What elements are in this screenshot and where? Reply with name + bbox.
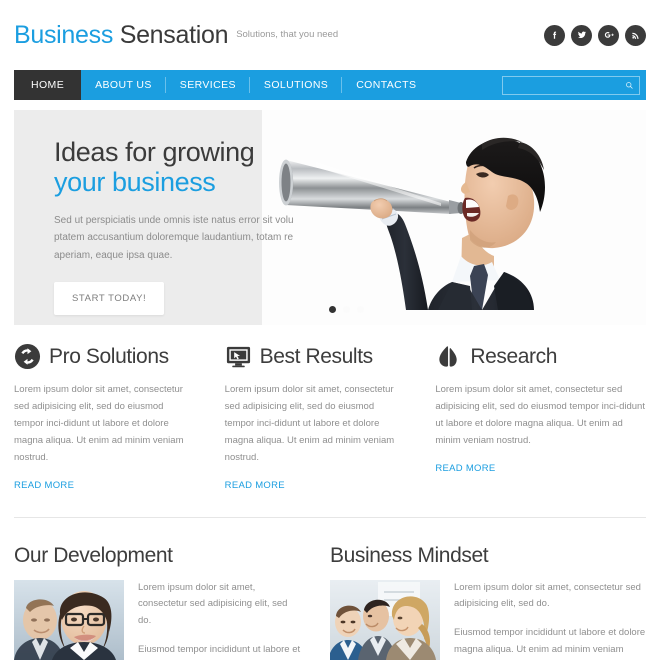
nav-item-solutions[interactable]: SOLUTIONS bbox=[250, 70, 343, 100]
feature-card-pro-solutions: Pro Solutions Lorem ipsum dolor sit amet… bbox=[14, 343, 225, 493]
slider-dot-2[interactable] bbox=[343, 306, 350, 313]
feature-body: Lorem ipsum dolor sit amet, consectetur … bbox=[224, 384, 395, 463]
facebook-icon[interactable] bbox=[544, 24, 565, 46]
bottom-title: Business Mindset bbox=[330, 543, 489, 567]
our-development-text: Lorem ipsum dolor sit amet, consectetur … bbox=[138, 580, 302, 660]
site-tagline: Solutions, that you need bbox=[236, 28, 339, 40]
read-more-link[interactable]: READ MORE bbox=[14, 480, 74, 491]
bottom-title: Our Development bbox=[14, 543, 173, 567]
feature-card-research: Research Lorem ipsum dolor sit amet, con… bbox=[435, 343, 646, 493]
bottom-card-business-mindset: Business Mindset Lorem ipsum dolor sit a… bbox=[330, 544, 646, 660]
search-icon bbox=[626, 81, 633, 89]
bottom-paragraph-2: Eiusmod tempor incididunt ut labore et d… bbox=[138, 644, 301, 656]
read-more-link[interactable]: READ MORE bbox=[225, 480, 285, 491]
nav-item-contacts[interactable]: CONTACTS bbox=[342, 70, 430, 100]
hero-paragraph: Sed ut perspiciatis unde omnis iste natu… bbox=[54, 214, 294, 261]
bottom-paragraph-1: Lorem ipsum dolor sit amet, consectetur … bbox=[138, 581, 288, 627]
slider-dot-3[interactable] bbox=[357, 306, 364, 313]
read-more-link[interactable]: READ MORE bbox=[435, 463, 495, 474]
feature-header: Pro Solutions bbox=[14, 343, 195, 370]
logo-primary: Business bbox=[14, 20, 114, 49]
search-box[interactable] bbox=[502, 75, 640, 95]
feature-header: Best Results bbox=[225, 343, 406, 370]
site-logo[interactable]: Business Sensation bbox=[14, 20, 229, 49]
main-navigation-wrapper: HOME ABOUT US SERVICES SOLUTIONS CONTACT… bbox=[0, 70, 660, 100]
feature-body: Lorem ipsum dolor sit amet, consectetur … bbox=[14, 384, 184, 463]
rss-icon[interactable] bbox=[625, 24, 646, 46]
business-mindset-image bbox=[330, 579, 440, 660]
feature-header: Research bbox=[435, 343, 646, 370]
hero-slider: Ideas for growing your business Sed ut p… bbox=[14, 110, 646, 325]
feature-title: Pro Solutions bbox=[49, 344, 169, 368]
our-development-image bbox=[14, 579, 124, 660]
bottom-card-our-development: Our Development Lorem ipsum dolor sit am… bbox=[14, 544, 330, 660]
refresh-circle-icon bbox=[14, 343, 41, 370]
twitter-icon[interactable] bbox=[571, 24, 592, 46]
bottom-row: Lorem ipsum dolor sit amet, consectetur … bbox=[14, 579, 302, 660]
social-links bbox=[544, 24, 646, 46]
logo-secondary: Sensation bbox=[113, 20, 229, 49]
bottom-paragraph-1: Lorem ipsum dolor sit amet, consectetur … bbox=[454, 581, 641, 610]
bottom-paragraph-2: Eiusmod tempor incididunt ut labore et d… bbox=[454, 627, 646, 656]
main-navigation: HOME ABOUT US SERVICES SOLUTIONS CONTACT… bbox=[14, 70, 646, 100]
nav-item-home[interactable]: HOME bbox=[14, 70, 82, 100]
slider-dot-1[interactable] bbox=[329, 306, 336, 313]
feature-body: Lorem ipsum dolor sit amet, consectetur … bbox=[435, 384, 645, 446]
monitor-cursor-icon bbox=[226, 346, 250, 368]
slider-pagination bbox=[329, 306, 364, 313]
feature-title: Best Results bbox=[259, 344, 373, 368]
nav-item-about-us[interactable]: ABOUT US bbox=[81, 70, 166, 100]
bottom-row: Lorem ipsum dolor sit amet, consectetur … bbox=[330, 579, 646, 660]
page-root: Business Sensation Solutions, that you n… bbox=[0, 0, 660, 660]
hero-heading-line1: Ideas for growing bbox=[54, 137, 255, 167]
bottom-section: Our Development Lorem ipsum dolor sit am… bbox=[0, 518, 660, 660]
feature-card-best-results: Best Results Lorem ipsum dolor sit amet,… bbox=[225, 343, 436, 493]
googleplus-icon[interactable] bbox=[598, 24, 619, 46]
hero-text-block: Ideas for growing your business Sed ut p… bbox=[54, 137, 344, 316]
hero-heading-line2: your business bbox=[54, 167, 216, 198]
start-today-button[interactable]: START TODAY! bbox=[54, 282, 165, 316]
site-header: Business Sensation Solutions, that you n… bbox=[0, 0, 660, 70]
business-mindset-text: Lorem ipsum dolor sit amet, consectetur … bbox=[454, 580, 646, 660]
search-input[interactable] bbox=[508, 80, 625, 90]
features-section: Pro Solutions Lorem ipsum dolor sit amet… bbox=[0, 325, 660, 493]
nav-item-services[interactable]: SERVICES bbox=[166, 70, 251, 100]
hero-wrapper: Ideas for growing your business Sed ut p… bbox=[0, 100, 660, 325]
leaf-icon bbox=[439, 346, 458, 367]
feature-title: Research bbox=[470, 344, 557, 368]
